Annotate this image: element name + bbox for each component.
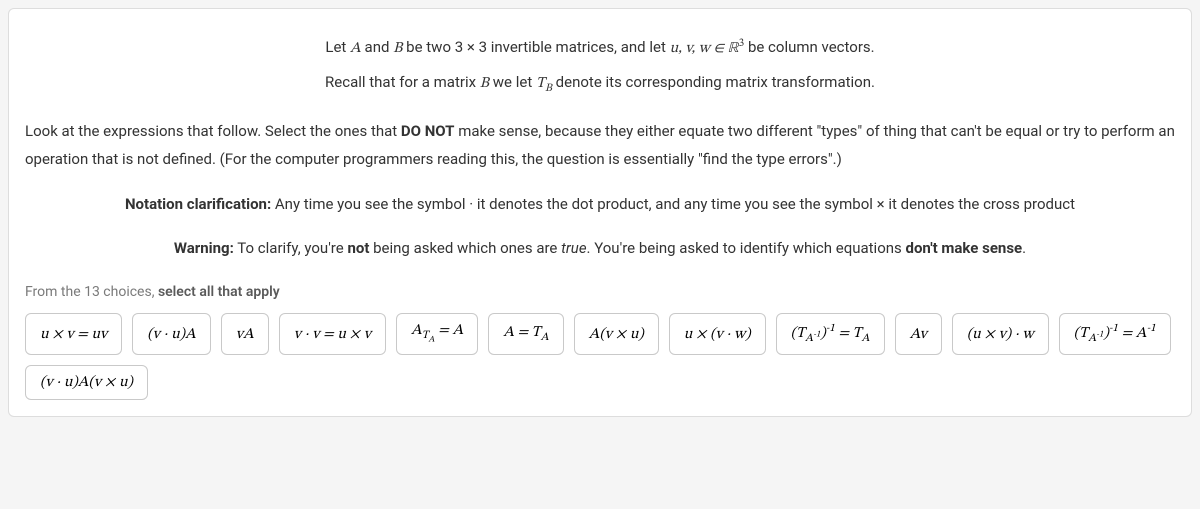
choice-6[interactable]: A = TA	[488, 313, 563, 354]
choice-8[interactable]: u × (v · w)	[669, 313, 766, 354]
choice-12[interactable]: (TA-1)-1 = A-1	[1059, 313, 1171, 354]
choice-7[interactable]: A(v × u)	[574, 313, 659, 354]
choice-2[interactable]: (v · u)A	[132, 313, 211, 354]
choice-3[interactable]: vA	[221, 313, 269, 354]
question-card: Let A and B be two 3 × 3 invertible matr…	[8, 8, 1192, 417]
choice-4[interactable]: v · v = u × v	[279, 313, 386, 354]
warning-note: Warning: To clarify, you're not being as…	[25, 234, 1175, 263]
choice-9[interactable]: (TA-1)-1 = TA	[776, 313, 885, 354]
choice-1[interactable]: u × v = uv	[25, 313, 122, 354]
intro-line-1: Let A and B be two 3 × 3 invertible matr…	[25, 33, 1175, 64]
choices-container: u × v = uv(v · u)AvAv · v = u × vATA = A…	[25, 313, 1175, 399]
choice-10[interactable]: Av	[895, 313, 942, 354]
select-hint: From the 13 choices, select all that app…	[25, 279, 1175, 306]
choice-11[interactable]: (u × v) · w	[952, 313, 1049, 354]
instructions-paragraph: Look at the expressions that follow. Sel…	[25, 117, 1175, 174]
intro-line-2: Recall that for a matrix B we let TB den…	[25, 68, 1175, 99]
intro-block: Let A and B be two 3 × 3 invertible matr…	[25, 33, 1175, 99]
choice-13[interactable]: (v · u)A(v × u)	[25, 365, 148, 400]
notation-clarification: Notation clarification: Any time you see…	[25, 190, 1175, 219]
choice-5[interactable]: ATA = A	[396, 313, 478, 354]
